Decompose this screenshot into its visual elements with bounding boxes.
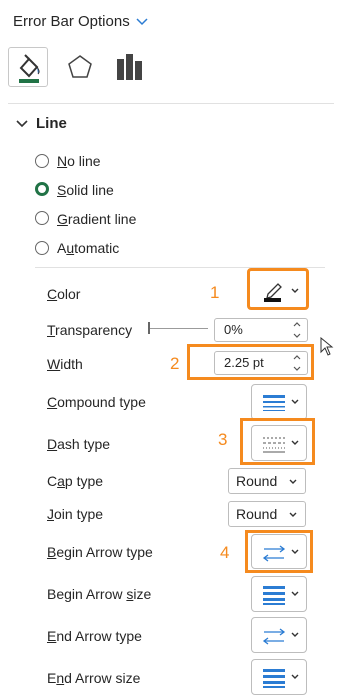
- cap-type-select[interactable]: Round: [228, 468, 306, 494]
- arrows-icon: [262, 628, 286, 645]
- section-title-line[interactable]: Line: [36, 115, 67, 132]
- chevron-down-icon: [291, 399, 299, 404]
- label-cap-type: Cap type: [47, 473, 104, 489]
- divider: [8, 103, 334, 104]
- tab-effects[interactable]: [60, 47, 100, 87]
- label-join-type: Join type: [47, 506, 104, 522]
- callout-2: 2: [170, 354, 180, 373]
- pentagon-icon: [68, 55, 92, 78]
- radio-label-no-line[interactable]: No line: [57, 153, 101, 169]
- label-begin-arrow-type: Begin Arrow type: [47, 544, 153, 560]
- end-arrow-size-dropdown[interactable]: [251, 659, 307, 695]
- chevron-down-icon: [291, 549, 299, 554]
- callout-1: 1: [210, 283, 220, 302]
- transparency-value: 0%: [224, 322, 243, 337]
- tab-bar-options[interactable]: [110, 47, 150, 87]
- join-type-value: Round: [236, 506, 278, 522]
- chevron-down-icon: [289, 479, 297, 484]
- label-color: Color: [47, 286, 81, 302]
- color-picker-button[interactable]: [247, 268, 309, 310]
- chevron-down-icon: [289, 512, 297, 517]
- callout-3: 3: [218, 430, 228, 449]
- begin-arrow-size-dropdown[interactable]: [251, 576, 307, 612]
- radio-label-automatic[interactable]: Automatic: [57, 240, 119, 256]
- label-end-arrow-size: End Arrow size: [47, 670, 141, 686]
- radio-no-line[interactable]: [35, 154, 49, 168]
- chevron-down-icon[interactable]: [135, 15, 149, 29]
- transparency-slider-track[interactable]: [150, 328, 208, 329]
- radio-label-solid-line[interactable]: Solid line: [57, 182, 114, 198]
- arrows-icon: [262, 545, 286, 562]
- spin-down-icon[interactable]: [293, 366, 301, 371]
- size-lines-icon: [263, 586, 285, 605]
- chevron-down-icon: [291, 440, 299, 445]
- end-arrow-type-dropdown[interactable]: [251, 617, 307, 653]
- transparency-spinner[interactable]: 0%: [214, 318, 308, 342]
- spin-up-icon[interactable]: [293, 355, 301, 360]
- label-transparency: Transparency: [47, 322, 133, 338]
- radio-automatic[interactable]: [35, 241, 49, 255]
- dash-type-dropdown[interactable]: [251, 425, 307, 461]
- spin-up-icon[interactable]: [293, 322, 301, 327]
- compound-lines-icon: [263, 395, 285, 411]
- label-dash-type: Dash type: [47, 436, 111, 452]
- label-width: Width: [47, 356, 83, 372]
- chevron-down-icon: [291, 288, 299, 293]
- callout-4: 4: [220, 543, 230, 562]
- chevron-down-icon: [291, 591, 299, 596]
- chevron-down-icon: [291, 674, 299, 679]
- size-lines-icon: [263, 669, 285, 688]
- cap-type-value: Round: [236, 473, 278, 489]
- width-value: 2.25 pt: [224, 355, 264, 370]
- radio-label-gradient-line[interactable]: Gradient line: [57, 211, 136, 227]
- begin-arrow-type-dropdown[interactable]: [251, 534, 307, 569]
- mouse-cursor-icon: [320, 337, 334, 356]
- fill-line-icon: [19, 54, 40, 83]
- collapse-chevron-icon[interactable]: [15, 118, 29, 130]
- pane-title[interactable]: Error Bar Options: [13, 13, 130, 30]
- radio-solid-line[interactable]: [35, 182, 49, 196]
- tab-fill-line[interactable]: [8, 47, 48, 87]
- bar-chart-icon: [117, 54, 142, 80]
- label-end-arrow-type: End Arrow type: [47, 628, 142, 644]
- chevron-down-icon: [291, 632, 299, 637]
- compound-type-dropdown[interactable]: [251, 384, 307, 420]
- join-type-select[interactable]: Round: [228, 501, 306, 527]
- label-compound-type: Compound type: [47, 394, 146, 410]
- width-spinner[interactable]: 2.25 pt: [214, 351, 308, 375]
- dash-lines-icon: [263, 437, 285, 453]
- spin-down-icon[interactable]: [293, 333, 301, 338]
- pen-color-icon: [264, 283, 282, 302]
- radio-gradient-line[interactable]: [35, 211, 49, 225]
- label-begin-arrow-size: Begin Arrow size: [47, 586, 152, 602]
